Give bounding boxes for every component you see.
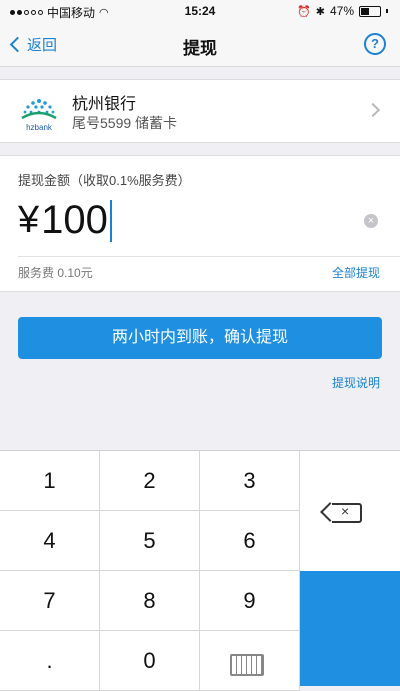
key-9[interactable]: 9 (200, 571, 300, 631)
withdraw-explanation-link[interactable]: 提现说明 (332, 374, 380, 391)
help-icon[interactable]: ? (364, 33, 386, 55)
key-7[interactable]: 7 (0, 571, 100, 631)
nav-bar: 返回 提现 ? (0, 22, 400, 67)
amount-value: 100 (41, 198, 108, 242)
delete-key[interactable]: × (300, 451, 400, 571)
key-3[interactable]: 3 (200, 451, 300, 511)
logo-text: hzbank (26, 123, 53, 132)
key-4[interactable]: 4 (0, 511, 100, 571)
key-1[interactable]: 1 (0, 451, 100, 511)
withdraw-all-link[interactable]: 全部提现 (332, 264, 380, 281)
hzbank-logo-icon: hzbank (21, 99, 57, 132)
status-right: ⏰ ✱ 47% (297, 4, 388, 18)
page-title: 提现 (183, 39, 217, 58)
amount-input[interactable]: ¥ 100 (18, 198, 112, 243)
key-dot[interactable]: . (0, 631, 100, 691)
text-cursor (109, 199, 112, 242)
clear-icon[interactable]: × (364, 214, 378, 228)
battery-cap (386, 9, 388, 13)
backspace-icon: × (332, 503, 362, 523)
chevron-right-icon (365, 102, 381, 118)
status-bar: 中国移动 ◠ 15:24 ⏰ ✱ 47% (0, 0, 400, 22)
key-8[interactable]: 8 (100, 571, 200, 631)
card-info: 尾号5599 储蓄卡 (72, 115, 178, 131)
key-6[interactable]: 6 (200, 511, 300, 571)
divider (18, 256, 400, 257)
key-0[interactable]: 0 (100, 631, 200, 691)
amount-label: 提现金额（收取0.1%服务费） (18, 173, 191, 188)
amount-card: 提现金额（收取0.1%服务费） ¥ 100 × 服务费 0.10元 全部提现 (0, 155, 400, 292)
battery-icon (359, 5, 381, 17)
bank-name: 杭州银行 (72, 96, 137, 113)
battery-percent: 47% (329, 4, 354, 18)
keyboard-hide-icon (230, 654, 264, 676)
bank-card-selector[interactable]: hzbank 杭州银行 尾号5599 储蓄卡 (0, 79, 400, 143)
alarm-icon: ⏰ (297, 5, 311, 18)
keypad-confirm-key[interactable] (300, 571, 400, 686)
bluetooth-icon: ✱ (315, 5, 325, 18)
service-fee: 服务费 0.10元 (18, 266, 93, 280)
key-5[interactable]: 5 (100, 511, 200, 571)
currency-symbol: ¥ (18, 199, 40, 241)
key-2[interactable]: 2 (100, 451, 200, 511)
numeric-keypad: 1 2 3 4 5 6 7 8 9 . 0 × (0, 450, 400, 691)
confirm-withdraw-button[interactable]: 两小时内到账，确认提现 (18, 317, 382, 359)
